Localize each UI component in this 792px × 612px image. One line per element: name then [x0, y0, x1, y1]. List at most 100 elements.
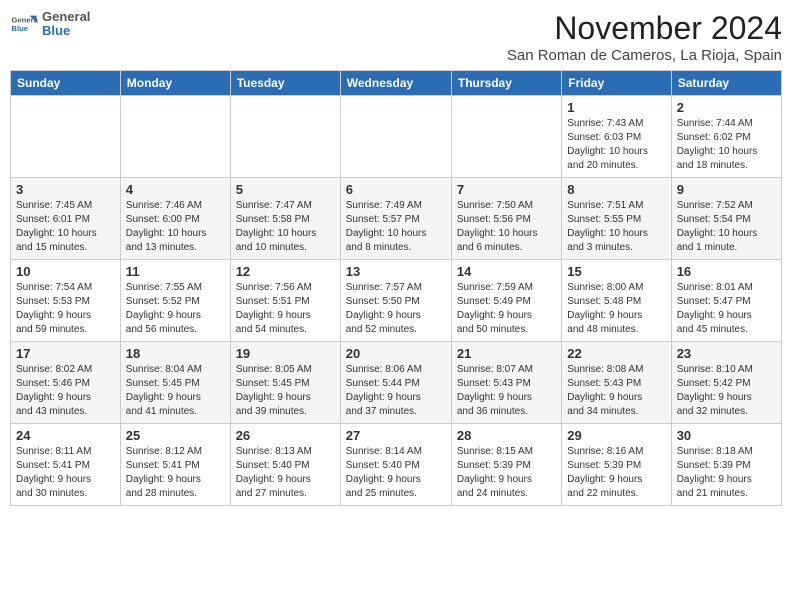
header-tuesday: Tuesday — [230, 71, 340, 96]
day-number: 5 — [236, 182, 335, 197]
day-info: Sunrise: 8:16 AM Sunset: 5:39 PM Dayligh… — [567, 445, 665, 501]
day-info: Sunrise: 8:15 AM Sunset: 5:39 PM Dayligh… — [457, 445, 556, 501]
calendar-cell: 25 Sunrise: 8:12 AM Sunset: 5:41 PM Dayli… — [120, 424, 230, 506]
day-number: 21 — [457, 346, 556, 361]
day-number: 24 — [16, 428, 115, 443]
calendar-cell: 14Sunrise: 7:59 AM Sunset: 5:49 PM Dayli… — [451, 260, 561, 342]
day-number: 6 — [346, 182, 446, 197]
day-info: Sunrise: 7:52 AM Sunset: 5:54 PM Dayligh… — [677, 199, 776, 255]
calendar-cell: 19 Sunrise: 8:05 AM Sunset: 5:45 PM Dayli… — [230, 342, 340, 424]
day-info: Sunrise: 7:51 AM Sunset: 5:55 PM Dayligh… — [567, 199, 665, 255]
calendar-cell: 2 Sunrise: 7:44 AM Sunset: 6:02 PM Daylig… — [671, 96, 781, 178]
header-row: SundayMondayTuesdayWednesdayThursdayFrid… — [11, 71, 782, 96]
day-number: 29 — [567, 428, 665, 443]
calendar-cell — [230, 96, 340, 178]
calendar-cell: 16Sunrise: 8:01 AM Sunset: 5:47 PM Dayli… — [671, 260, 781, 342]
day-number: 8 — [567, 182, 665, 197]
calendar-cell: 3Sunrise: 7:45 AM Sunset: 6:01 PM Daylig… — [11, 178, 121, 260]
day-number: 19 — [236, 346, 335, 361]
day-number: 27 — [346, 428, 446, 443]
calendar-cell — [451, 96, 561, 178]
day-number: 20 — [346, 346, 446, 361]
calendar-cell: 28 Sunrise: 8:15 AM Sunset: 5:39 PM Dayli… — [451, 424, 561, 506]
calendar-cell — [340, 96, 451, 178]
day-number: 15 — [567, 264, 665, 279]
calendar-cell: 15 Sunrise: 8:00 AM Sunset: 5:48 PM Dayli… — [562, 260, 671, 342]
location: San Roman de Cameros, La Rioja, Spain — [507, 47, 782, 64]
header-sunday: Sunday — [11, 71, 121, 96]
day-info: Sunrise: 7:56 AM Sunset: 5:51 PM Dayligh… — [236, 281, 335, 337]
day-number: 13 — [346, 264, 446, 279]
day-number: 22 — [567, 346, 665, 361]
day-number: 30 — [677, 428, 776, 443]
logo-icon: General Blue — [10, 10, 38, 38]
day-info: Sunrise: 8:00 AM Sunset: 5:48 PM Dayligh… — [567, 281, 665, 337]
day-info: Sunrise: 7:57 AM Sunset: 5:50 PM Dayligh… — [346, 281, 446, 337]
day-info: Sunrise: 7:59 AM Sunset: 5:49 PM Dayligh… — [457, 281, 556, 337]
calendar-cell: 6 Sunrise: 7:49 AM Sunset: 5:57 PM Daylig… — [340, 178, 451, 260]
day-number: 23 — [677, 346, 776, 361]
calendar-header: SundayMondayTuesdayWednesdayThursdayFrid… — [11, 71, 782, 96]
calendar-cell: 26Sunrise: 8:13 AM Sunset: 5:40 PM Dayli… — [230, 424, 340, 506]
page-header: General Blue General Blue November 2024 … — [10, 10, 782, 64]
week-row-2: 10 Sunrise: 7:54 AM Sunset: 5:53 PM Dayli… — [11, 260, 782, 342]
day-info: Sunrise: 8:06 AM Sunset: 5:44 PM Dayligh… — [346, 363, 446, 419]
header-monday: Monday — [120, 71, 230, 96]
day-number: 11 — [126, 264, 225, 279]
calendar-table: SundayMondayTuesdayWednesdayThursdayFrid… — [10, 70, 782, 506]
day-info: Sunrise: 7:44 AM Sunset: 6:02 PM Dayligh… — [677, 117, 776, 173]
calendar-cell: 11 Sunrise: 7:55 AM Sunset: 5:52 PM Dayli… — [120, 260, 230, 342]
day-info: Sunrise: 8:10 AM Sunset: 5:42 PM Dayligh… — [677, 363, 776, 419]
day-info: Sunrise: 7:47 AM Sunset: 5:58 PM Dayligh… — [236, 199, 335, 255]
day-number: 1 — [567, 100, 665, 115]
day-info: Sunrise: 8:07 AM Sunset: 5:43 PM Dayligh… — [457, 363, 556, 419]
calendar-cell: 1Sunrise: 7:43 AM Sunset: 6:03 PM Daylig… — [562, 96, 671, 178]
calendar-cell: 12Sunrise: 7:56 AM Sunset: 5:51 PM Dayli… — [230, 260, 340, 342]
header-thursday: Thursday — [451, 71, 561, 96]
day-info: Sunrise: 7:46 AM Sunset: 6:00 PM Dayligh… — [126, 199, 225, 255]
title-block: November 2024 San Roman de Cameros, La R… — [507, 10, 782, 64]
day-number: 7 — [457, 182, 556, 197]
calendar-cell: 9Sunrise: 7:52 AM Sunset: 5:54 PM Daylig… — [671, 178, 781, 260]
calendar-cell: 8 Sunrise: 7:51 AM Sunset: 5:55 PM Daylig… — [562, 178, 671, 260]
calendar-cell: 18Sunrise: 8:04 AM Sunset: 5:45 PM Dayli… — [120, 342, 230, 424]
day-number: 10 — [16, 264, 115, 279]
day-info: Sunrise: 8:18 AM Sunset: 5:39 PM Dayligh… — [677, 445, 776, 501]
week-row-3: 17 Sunrise: 8:02 AM Sunset: 5:46 PM Dayli… — [11, 342, 782, 424]
header-saturday: Saturday — [671, 71, 781, 96]
calendar-cell: 22Sunrise: 8:08 AM Sunset: 5:43 PM Dayli… — [562, 342, 671, 424]
day-number: 4 — [126, 182, 225, 197]
calendar-cell: 13 Sunrise: 7:57 AM Sunset: 5:50 PM Dayli… — [340, 260, 451, 342]
day-info: Sunrise: 8:12 AM Sunset: 5:41 PM Dayligh… — [126, 445, 225, 501]
logo-line2: Blue — [42, 24, 90, 38]
calendar-cell — [11, 96, 121, 178]
day-info: Sunrise: 7:55 AM Sunset: 5:52 PM Dayligh… — [126, 281, 225, 337]
day-number: 17 — [16, 346, 115, 361]
calendar-body: 1Sunrise: 7:43 AM Sunset: 6:03 PM Daylig… — [11, 96, 782, 506]
calendar-cell: 30 Sunrise: 8:18 AM Sunset: 5:39 PM Dayli… — [671, 424, 781, 506]
day-info: Sunrise: 7:49 AM Sunset: 5:57 PM Dayligh… — [346, 199, 446, 255]
svg-text:Blue: Blue — [11, 24, 28, 33]
day-number: 26 — [236, 428, 335, 443]
day-info: Sunrise: 8:02 AM Sunset: 5:46 PM Dayligh… — [16, 363, 115, 419]
calendar-cell: 24 Sunrise: 8:11 AM Sunset: 5:41 PM Dayli… — [11, 424, 121, 506]
day-info: Sunrise: 7:50 AM Sunset: 5:56 PM Dayligh… — [457, 199, 556, 255]
day-info: Sunrise: 8:01 AM Sunset: 5:47 PM Dayligh… — [677, 281, 776, 337]
month-title: November 2024 — [507, 10, 782, 47]
calendar-cell: 17 Sunrise: 8:02 AM Sunset: 5:46 PM Dayli… — [11, 342, 121, 424]
day-info: Sunrise: 7:54 AM Sunset: 5:53 PM Dayligh… — [16, 281, 115, 337]
day-info: Sunrise: 8:11 AM Sunset: 5:41 PM Dayligh… — [16, 445, 115, 501]
day-info: Sunrise: 8:05 AM Sunset: 5:45 PM Dayligh… — [236, 363, 335, 419]
day-number: 2 — [677, 100, 776, 115]
logo-text: General Blue — [42, 10, 90, 39]
logo: General Blue General Blue — [10, 10, 90, 39]
calendar-cell: 4 Sunrise: 7:46 AM Sunset: 6:00 PM Daylig… — [120, 178, 230, 260]
calendar-cell: 21 Sunrise: 8:07 AM Sunset: 5:43 PM Dayli… — [451, 342, 561, 424]
calendar-cell: 23 Sunrise: 8:10 AM Sunset: 5:42 PM Dayli… — [671, 342, 781, 424]
day-number: 25 — [126, 428, 225, 443]
week-row-4: 24 Sunrise: 8:11 AM Sunset: 5:41 PM Dayli… — [11, 424, 782, 506]
day-number: 28 — [457, 428, 556, 443]
header-wednesday: Wednesday — [340, 71, 451, 96]
logo-line1: General — [42, 10, 90, 24]
calendar-cell: 10 Sunrise: 7:54 AM Sunset: 5:53 PM Dayli… — [11, 260, 121, 342]
